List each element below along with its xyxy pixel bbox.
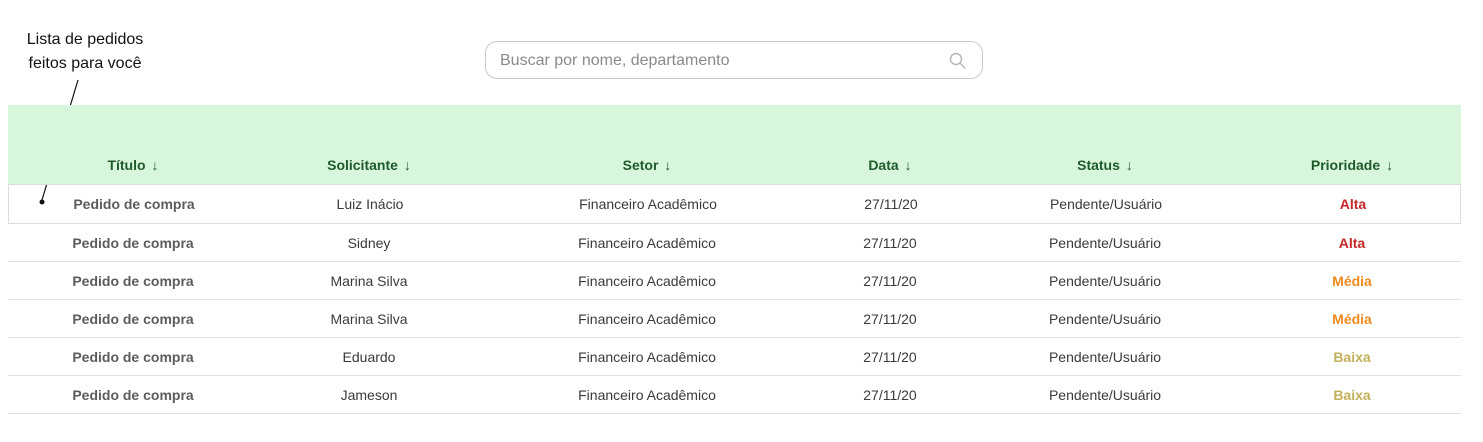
cell-status: Pendente/Usuário: [1048, 348, 1162, 365]
cell-solicitante: Jameson: [340, 386, 398, 403]
cell-data: 27/11/20: [863, 234, 917, 251]
cell-data: 27/11/20: [863, 272, 917, 289]
arrow-down-icon: ↓: [664, 157, 672, 173]
column-header-status[interactable]: Status ↓: [1077, 157, 1133, 173]
cell-setor: Financeiro Acadêmico: [578, 348, 716, 365]
cell-status: Pendente/Usuário: [1048, 234, 1162, 251]
arrow-down-icon: ↓: [151, 157, 159, 173]
cell-prioridade: Alta: [1338, 234, 1366, 251]
cell-status: Pendente/Usuário: [1049, 196, 1163, 212]
cell-prioridade: Média: [1332, 310, 1372, 327]
annotation-line-2: feitos para você: [28, 55, 142, 72]
column-header-prioridade[interactable]: Prioridade ↓: [1311, 157, 1393, 173]
column-header-label: Título: [107, 157, 146, 173]
table-row[interactable]: Pedido de compra Eduardo Financeiro Acad…: [8, 338, 1461, 376]
annotation-line-1: Lista de pedidos: [26, 31, 144, 48]
cell-solicitante: Marina Silva: [330, 310, 408, 327]
arrow-down-icon: ↓: [1386, 157, 1394, 173]
cell-titulo: Pedido de compra: [72, 348, 194, 365]
cell-solicitante: Eduardo: [342, 348, 396, 365]
table-row[interactable]: Pedido de compra Luiz Inácio Financeiro …: [8, 184, 1461, 224]
search-box[interactable]: [485, 41, 983, 80]
cell-titulo: Pedido de compra: [72, 234, 194, 251]
requests-table: Título ↓ Solicitante ↓ Setor ↓ Data ↓ Status…: [8, 105, 1461, 414]
cell-titulo: Pedido de compra: [72, 386, 194, 403]
cell-solicitante: Sidney: [347, 234, 391, 251]
annotation-callout: Lista de pedidos feitos para você: [0, 28, 170, 76]
column-header-titulo[interactable]: Título ↓: [107, 157, 158, 173]
cell-prioridade: Alta: [1339, 196, 1367, 212]
cell-solicitante: Marina Silva: [330, 272, 408, 289]
column-header-label: Prioridade: [1310, 157, 1381, 173]
cell-setor: Financeiro Acadêmico: [579, 196, 717, 212]
cell-solicitante: Luiz Inácio: [336, 196, 404, 212]
table-row[interactable]: Pedido de compra Marina Silva Financeiro…: [8, 300, 1461, 338]
search-input[interactable]: [498, 42, 942, 80]
column-header-label: Setor: [622, 157, 659, 173]
cell-data: 27/11/20: [863, 386, 917, 403]
table-header: Título ↓ Solicitante ↓ Setor ↓ Data ↓ Status…: [8, 105, 1461, 184]
cell-prioridade: Baixa: [1333, 386, 1371, 403]
search-icon[interactable]: [948, 51, 968, 71]
cell-titulo: Pedido de compra: [72, 272, 194, 289]
cell-data: 27/11/20: [864, 196, 918, 212]
column-header-setor[interactable]: Setor ↓: [623, 157, 672, 173]
cell-setor: Financeiro Acadêmico: [578, 386, 716, 403]
column-header-solicitante[interactable]: Solicitante ↓: [327, 157, 411, 173]
cell-data: 27/11/20: [863, 348, 917, 365]
table-row[interactable]: Pedido de compra Jameson Financeiro Acad…: [8, 376, 1461, 414]
cell-prioridade: Média: [1332, 272, 1372, 289]
column-header-label: Solicitante: [327, 157, 398, 173]
cell-data: 27/11/20: [863, 310, 917, 327]
cell-titulo: Pedido de compra: [72, 310, 194, 327]
column-header-data[interactable]: Data ↓: [868, 157, 911, 173]
cell-status: Pendente/Usuário: [1048, 386, 1162, 403]
arrow-down-icon: ↓: [403, 157, 411, 173]
column-header-label: Status: [1077, 157, 1120, 173]
table-row[interactable]: Pedido de compra Sidney Financeiro Acadê…: [8, 224, 1461, 262]
table-row[interactable]: Pedido de compra Marina Silva Financeiro…: [8, 262, 1461, 300]
cell-prioridade: Baixa: [1333, 348, 1371, 365]
cell-setor: Financeiro Acadêmico: [578, 310, 716, 327]
arrow-down-icon: ↓: [1125, 157, 1133, 173]
cell-status: Pendente/Usuário: [1048, 310, 1162, 327]
cell-setor: Financeiro Acadêmico: [578, 272, 716, 289]
cell-status: Pendente/Usuário: [1048, 272, 1162, 289]
cell-titulo: Pedido de compra: [73, 196, 195, 212]
arrow-down-icon: ↓: [904, 157, 912, 173]
cell-setor: Financeiro Acadêmico: [578, 234, 716, 251]
column-header-label: Data: [868, 157, 899, 173]
